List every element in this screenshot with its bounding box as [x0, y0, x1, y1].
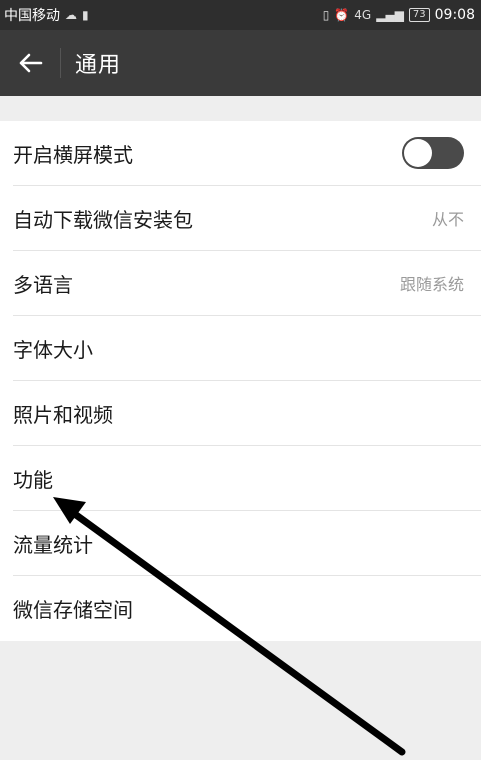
alarm-icon: ⏰ [334, 8, 350, 22]
storage-row[interactable]: 微信存储空间 [13, 576, 481, 641]
clock: 09:08 [434, 7, 475, 23]
landscape-mode-label: 开启横屏模式 [13, 142, 133, 167]
font-size-label: 字体大小 [13, 337, 93, 362]
photos-videos-row[interactable]: 照片和视频 [13, 381, 481, 446]
landscape-mode-toggle[interactable] [402, 137, 464, 169]
cloud-icon: ☁ [65, 8, 77, 22]
data-usage-label: 流量统计 [13, 532, 93, 557]
landscape-mode-row[interactable]: 开启横屏模式 [13, 121, 481, 186]
language-row[interactable]: 多语言 跟随系统 [13, 251, 481, 316]
data-usage-row[interactable]: 流量统计 [13, 511, 481, 576]
battery-level: 73 [412, 9, 426, 20]
settings-list: 开启横屏模式 自动下载微信安装包 从不 多语言 跟随系统 字体大小 照片和视频 … [0, 121, 481, 641]
auto-download-label: 自动下载微信安装包 [13, 207, 193, 232]
carrier-label: 中国移动 [4, 8, 60, 24]
battery-icon: 73 [408, 8, 430, 22]
back-button[interactable] [0, 30, 60, 96]
auto-download-value: 从不 [431, 210, 464, 229]
status-bar-left: 中国移动 ☁ ▮ [4, 5, 89, 25]
language-value: 跟随系统 [399, 275, 464, 294]
page-title: 通用 [75, 53, 122, 78]
photos-videos-label: 照片和视频 [13, 402, 113, 427]
toggle-knob [404, 139, 432, 167]
title-bar: 通用 [0, 30, 481, 96]
font-size-row[interactable]: 字体大小 [13, 316, 481, 381]
arrow-left-icon [19, 53, 43, 73]
auto-download-row[interactable]: 自动下载微信安装包 从不 [13, 186, 481, 251]
status-bar-right: ▯ ⏰ 4G ▂▄▆ 73 09:08 [323, 7, 475, 23]
sim-icon: ▮ [82, 8, 89, 22]
language-label: 多语言 [13, 272, 73, 297]
status-bar: 中国移动 ☁ ▮ ▯ ⏰ 4G ▂▄▆ 73 09:08 [0, 0, 481, 30]
vibrate-icon: ▯ [322, 8, 330, 22]
storage-label: 微信存储空间 [13, 598, 133, 622]
features-label: 功能 [13, 467, 53, 492]
features-row[interactable]: 功能 [13, 446, 481, 511]
network-type: 4G [354, 8, 372, 22]
signal-icon: ▂▄▆ [376, 8, 404, 22]
title-divider [60, 48, 61, 78]
